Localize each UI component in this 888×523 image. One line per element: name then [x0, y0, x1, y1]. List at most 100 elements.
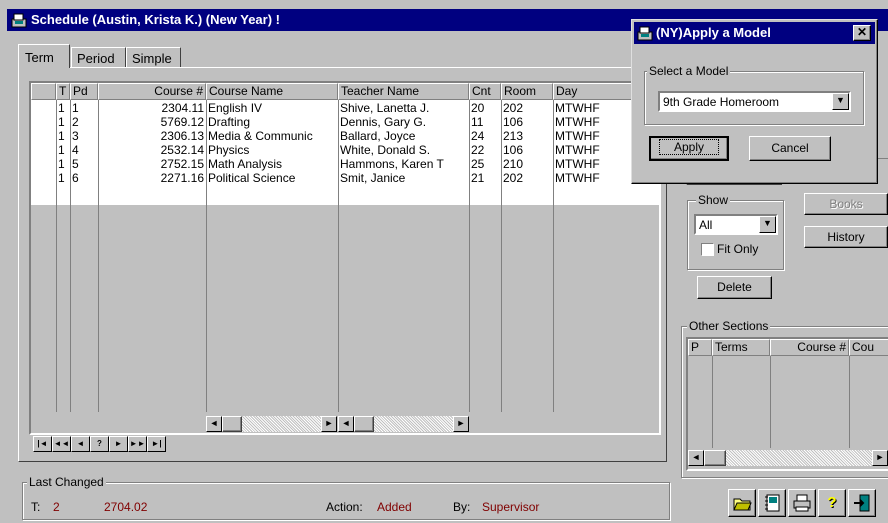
cell-pd[interactable]: 3	[70, 129, 98, 143]
cell-pd[interactable]: 4	[70, 143, 98, 157]
close-icon[interactable]: ✕	[853, 25, 871, 41]
nav-prev-button[interactable]: ◄	[71, 436, 90, 452]
cell-course-number[interactable]: 2304.11	[98, 101, 205, 115]
column-header-cnt[interactable]: Cnt	[469, 83, 501, 100]
cell-course-name[interactable]: English IV	[206, 101, 338, 115]
cell-course-name[interactable]: Physics	[206, 143, 338, 157]
scroll-thumb[interactable]	[354, 416, 374, 432]
table-row[interactable]: 1 6 2271.16 Political Science Smit, Janice 21…	[31, 171, 659, 185]
cell-room[interactable]: 213	[501, 129, 553, 143]
column-header-course[interactable]: Cou	[849, 339, 888, 356]
column-header-teacher-name[interactable]: Teacher Name	[338, 83, 469, 100]
show-select[interactable]: All ▼	[694, 214, 778, 235]
tab-period[interactable]: Period	[71, 47, 126, 67]
nav-first-button[interactable]: |◄	[33, 436, 52, 452]
cell-course-name[interactable]: Media & Communic	[206, 129, 338, 143]
cell-t[interactable]: 1	[56, 171, 70, 185]
cell-pd[interactable]: 6	[70, 171, 98, 185]
cell-room[interactable]: 210	[501, 157, 553, 171]
cell-course-number[interactable]: 2271.16	[98, 171, 204, 185]
cell-t[interactable]: 1	[56, 143, 70, 157]
cell-course-number[interactable]: 2532.14	[98, 143, 204, 157]
cell-cnt[interactable]: 24	[469, 129, 501, 143]
course-name-hscrollbar[interactable]: ◄ ►	[206, 416, 337, 432]
scroll-left-button[interactable]: ◄	[688, 450, 704, 466]
cell-cnt[interactable]: 22	[469, 143, 501, 157]
printer-icon[interactable]	[788, 489, 816, 517]
cell-cnt[interactable]: 25	[469, 157, 501, 171]
cell-teacher-name[interactable]: Smit, Janice	[338, 171, 469, 185]
column-header-course-number[interactable]: Course #	[98, 83, 206, 100]
nav-query-button[interactable]: ?	[90, 436, 109, 452]
nav-next-button[interactable]: ►	[109, 436, 128, 452]
cell-course-number[interactable]: 2752.15	[98, 157, 204, 171]
cell-room[interactable]: 202	[501, 171, 553, 185]
help-icon[interactable]: ?	[818, 489, 846, 517]
nav-prev-page-button[interactable]: ◄◄	[52, 436, 71, 452]
cell-course-number[interactable]: 5769.12	[98, 115, 204, 129]
cell-course-number[interactable]: 2306.13	[98, 129, 204, 143]
cell-teacher-name[interactable]: Dennis, Gary G.	[338, 115, 469, 129]
cell-pd[interactable]: 2	[70, 115, 98, 129]
scroll-right-button[interactable]: ►	[872, 450, 888, 466]
scroll-thumb[interactable]	[222, 416, 242, 432]
nav-last-button[interactable]: ►|	[147, 436, 166, 452]
column-header-room[interactable]: Room	[501, 83, 553, 100]
apply-button[interactable]: Apply	[649, 136, 729, 161]
cell-course-name[interactable]: Political Science	[206, 171, 338, 185]
scroll-right-button[interactable]: ►	[453, 416, 469, 432]
cell-room[interactable]: 106	[501, 115, 553, 129]
nav-next-page-button[interactable]: ►►	[128, 436, 147, 452]
column-header-t[interactable]: T	[56, 83, 70, 100]
scroll-left-button[interactable]: ◄	[338, 416, 354, 432]
other-sections-grid[interactable]: P Terms Course # Cou ◄ ►	[686, 337, 888, 471]
cell-teacher-name[interactable]: Shive, Lanetta J.	[338, 101, 469, 115]
table-row[interactable]: 1 2 5769.12 Drafting Dennis, Gary G. 11 106 MTW…	[31, 115, 659, 129]
tab-term[interactable]: Term	[18, 44, 70, 68]
column-header-pd[interactable]: Pd	[70, 83, 98, 100]
table-row[interactable]: 1 1 2304.11 English IV Shive, Lanetta J. 20 20…	[31, 101, 659, 115]
delete-button[interactable]: Delete	[697, 276, 772, 299]
exit-door-icon[interactable]	[848, 489, 876, 517]
other-sections-hscrollbar[interactable]: ◄ ►	[688, 450, 888, 466]
cell-course-name[interactable]: Drafting	[206, 115, 338, 129]
history-button[interactable]: History	[804, 226, 888, 248]
fit-only-checkbox[interactable]	[701, 243, 714, 256]
scroll-track[interactable]	[726, 450, 872, 466]
teacher-name-hscrollbar[interactable]: ◄ ►	[338, 416, 469, 432]
cell-teacher-name[interactable]: White, Donald S.	[338, 143, 469, 157]
chevron-down-icon[interactable]: ▼	[832, 93, 849, 110]
column-header-terms[interactable]: Terms	[712, 339, 770, 356]
cell-room[interactable]: 106	[501, 143, 553, 157]
column-header-course-number[interactable]: Course #	[770, 339, 849, 356]
cell-cnt[interactable]: 11	[469, 115, 501, 129]
scroll-left-button[interactable]: ◄	[206, 416, 222, 432]
folder-icon[interactable]	[728, 489, 756, 517]
scroll-thumb[interactable]	[704, 450, 726, 466]
cell-t[interactable]: 1	[56, 129, 70, 143]
cell-pd[interactable]: 5	[70, 157, 98, 171]
table-row[interactable]: 1 4 2532.14 Physics White, Donald S. 22 106 MTW…	[31, 143, 659, 157]
cell-t[interactable]: 1	[56, 157, 70, 171]
cell-room[interactable]: 202	[501, 101, 553, 115]
tab-simple[interactable]: Simple	[126, 47, 181, 67]
cell-cnt[interactable]: 20	[469, 101, 501, 115]
table-row[interactable]: 1 5 2752.15 Math Analysis Hammons, Karen T 25…	[31, 157, 659, 171]
schedule-grid[interactable]: T Pd Course # Course Name Teacher Name C…	[29, 81, 661, 435]
chevron-down-icon[interactable]: ▼	[759, 216, 776, 233]
cell-pd[interactable]: 1	[70, 101, 98, 115]
model-select[interactable]: 9th Grade Homeroom ▼	[658, 91, 851, 112]
cell-cnt[interactable]: 21	[469, 171, 501, 185]
cell-teacher-name[interactable]: Hammons, Karen T	[338, 157, 469, 171]
column-header-p[interactable]: P	[688, 339, 712, 356]
notebook-icon[interactable]	[758, 489, 786, 517]
cell-t[interactable]: 1	[56, 115, 70, 129]
column-header-course-name[interactable]: Course Name	[206, 83, 338, 100]
cell-t[interactable]: 1	[56, 101, 70, 115]
books-button[interactable]: Books	[804, 193, 888, 215]
cancel-button[interactable]: Cancel	[749, 136, 831, 161]
cell-teacher-name[interactable]: Ballard, Joyce	[338, 129, 469, 143]
table-row[interactable]: 1 3 2306.13 Media & Communic Ballard, Joyce 2…	[31, 129, 659, 143]
scroll-right-button[interactable]: ►	[321, 416, 337, 432]
cell-course-name[interactable]: Math Analysis	[206, 157, 338, 171]
